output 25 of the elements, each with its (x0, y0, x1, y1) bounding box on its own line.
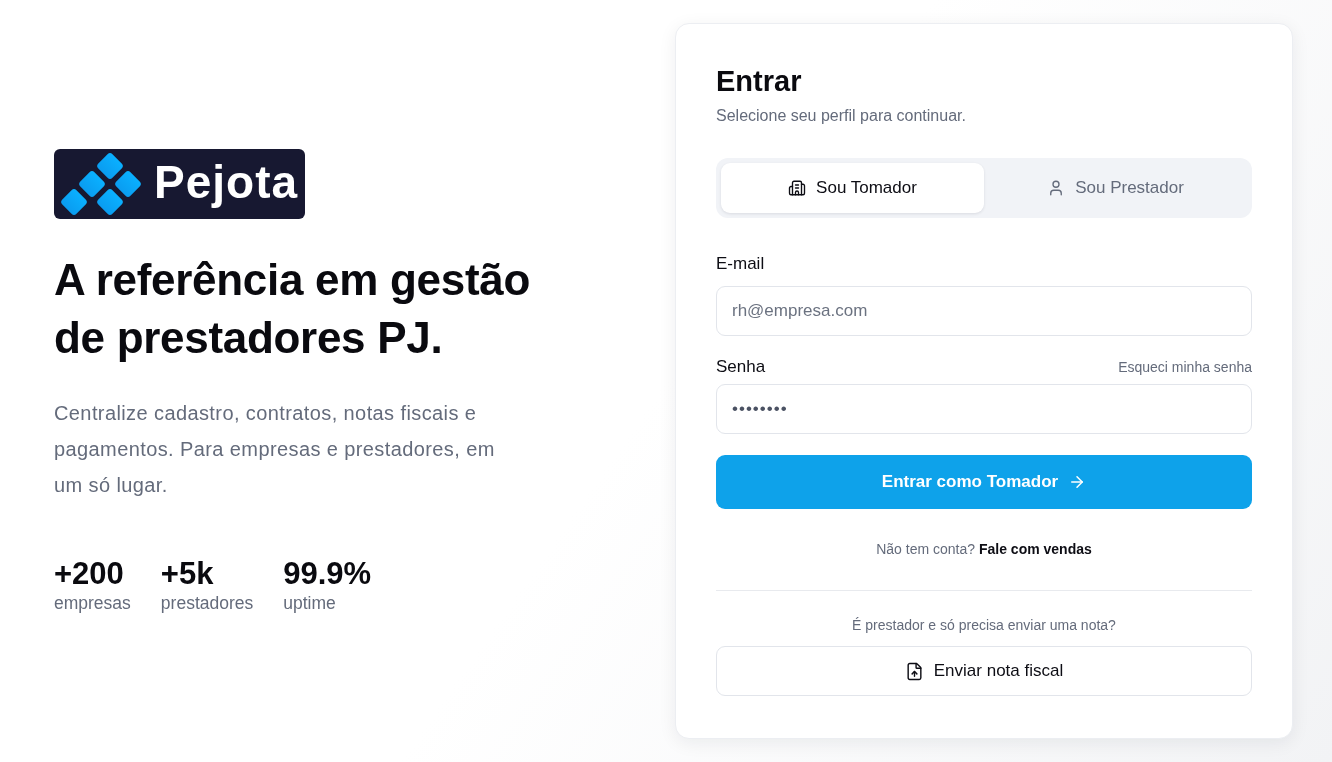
login-title: Entrar (716, 64, 803, 98)
field-label: E-mail (716, 254, 765, 274)
alternative-prompt: É prestador e só precisa enviar uma nota? (851, 616, 1117, 635)
stat-value: +5k (160, 555, 214, 592)
login-subtitle: Selecione seu perfil para continuar. (716, 106, 967, 126)
brand-name: Pejota (154, 158, 299, 209)
hero-headline: A referência em gestão de prestadores PJ. (54, 253, 531, 364)
password-field[interactable]: •••••••• (716, 384, 1252, 434)
file-upload-icon (904, 661, 924, 681)
profile-tab[interactable]: Sou Tomador (721, 163, 984, 213)
building-icon (788, 179, 807, 197)
hero-description: Centralize cadastro, contratos, notas fiscais e pagamentos. Para empresas e prestadores, em um só lugar. (54, 400, 496, 498)
email-field[interactable]: rh@empresa.com (716, 286, 1252, 336)
stat-label: empresas (54, 591, 131, 614)
stat-label: prestadores (160, 591, 254, 614)
profile-tab[interactable]: Sou Prestador (984, 163, 1247, 213)
sales-link[interactable]: Fale com vendas (978, 541, 1092, 557)
field-label: Senha (716, 357, 766, 377)
send-invoice-button[interactable]: Enviar nota fiscal (716, 646, 1252, 696)
signup-text: Não tem conta? Fale com vendas (875, 540, 1093, 559)
stat-value: +200 (54, 555, 124, 592)
stat-label: uptime (283, 591, 336, 614)
logo-icon (58, 150, 144, 217)
stat-value: 99.9% (283, 555, 372, 592)
forgot-password-link[interactable]: Esqueci minha senha (1118, 357, 1252, 377)
